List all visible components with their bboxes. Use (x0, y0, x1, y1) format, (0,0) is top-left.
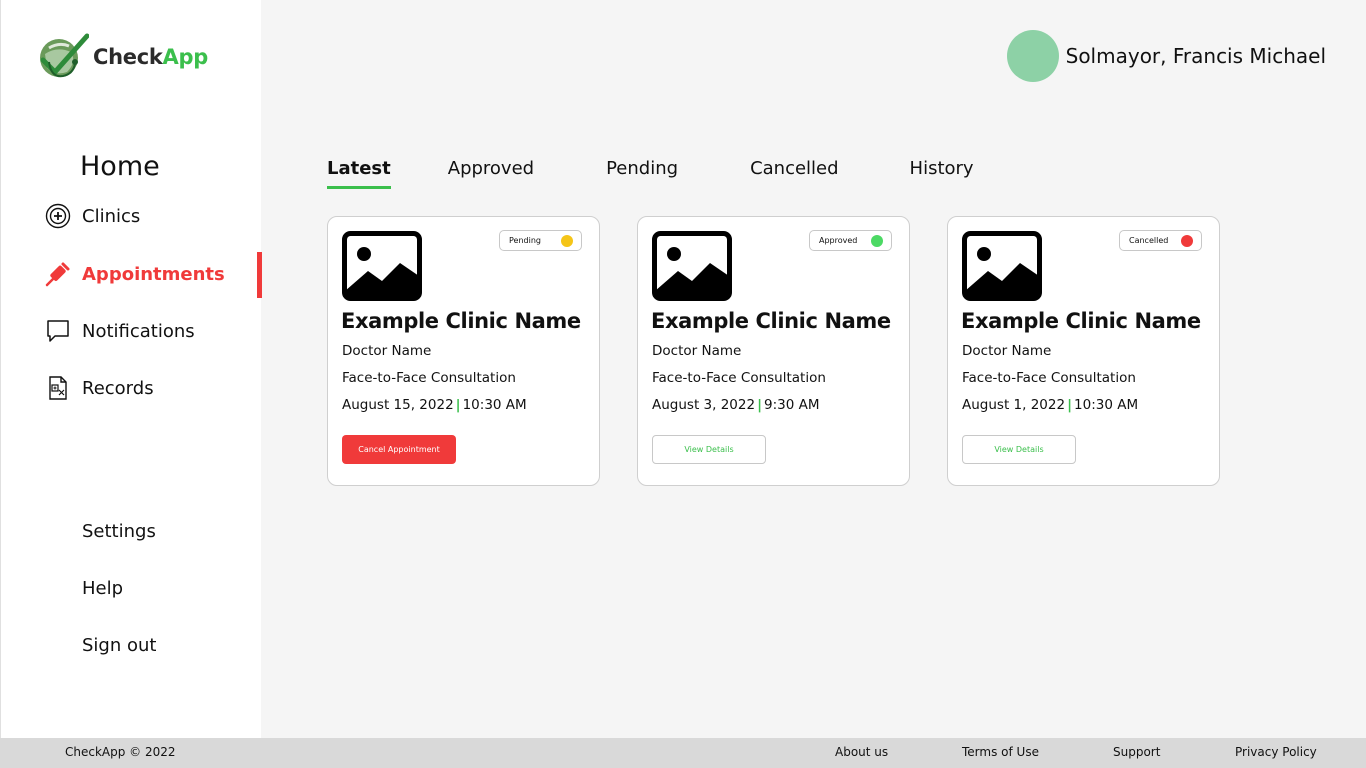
sidebar: CheckApp Home Clinics Appointments Notif… (0, 0, 262, 738)
records-icon (45, 375, 71, 401)
brand-name-part2: App (162, 45, 209, 69)
image-placeholder-icon (342, 231, 422, 301)
footer-link-about[interactable]: About us (835, 745, 888, 759)
doctor-name: Doctor Name (342, 343, 432, 359)
separator: | (455, 397, 461, 413)
sidebar-item-home[interactable]: Home (80, 151, 160, 182)
sidebar-item-appointments[interactable]: Appointments (45, 261, 225, 287)
syringe-icon (45, 261, 71, 287)
tab-pending[interactable]: Pending (606, 158, 678, 189)
consultation-type: Face-to-Face Consultation (962, 370, 1136, 386)
status-label: Approved (819, 236, 858, 245)
appointment-date: August 3, 2022 (652, 397, 756, 413)
consultation-type: Face-to-Face Consultation (652, 370, 826, 386)
status-badge: Pending (499, 230, 582, 251)
clinic-name: Example Clinic Name (961, 309, 1201, 333)
sidebar-item-sign-out[interactable]: Sign out (82, 635, 156, 656)
brand-name-part1: Check (93, 45, 163, 69)
appointment-card: Approved Example Clinic Name Doctor Name… (637, 216, 910, 486)
status-label: Cancelled (1129, 236, 1169, 245)
consultation-type: Face-to-Face Consultation (342, 370, 516, 386)
status-badge: Cancelled (1119, 230, 1202, 251)
appointment-card: Pending Example Clinic Name Doctor Name … (327, 216, 600, 486)
user-name: Solmayor, Francis Michael (1065, 44, 1326, 68)
appointment-tabs: Latest Approved Pending Cancelled Histor… (327, 158, 974, 189)
clinic-icon (45, 203, 71, 229)
footer-link-privacy[interactable]: Privacy Policy (1235, 745, 1317, 759)
clinic-name: Example Clinic Name (341, 309, 581, 333)
tab-approved[interactable]: Approved (448, 158, 534, 189)
sidebar-item-label: Clinics (82, 205, 141, 227)
view-details-button[interactable]: View Details (962, 435, 1076, 464)
sidebar-item-clinics[interactable]: Clinics (45, 203, 140, 229)
brand-name: CheckApp (93, 45, 208, 69)
sidebar-item-label: Notifications (82, 320, 195, 342)
sidebar-item-help[interactable]: Help (82, 578, 123, 599)
avatar[interactable] (1006, 30, 1059, 82)
tab-latest[interactable]: Latest (327, 158, 391, 189)
doctor-name: Doctor Name (962, 343, 1052, 359)
status-badge: Approved (809, 230, 892, 251)
view-details-button[interactable]: View Details (652, 435, 766, 464)
user-profile[interactable]: Solmayor, Francis Michael (1006, 30, 1326, 82)
sidebar-item-label: Records (82, 377, 154, 399)
sidebar-item-records[interactable]: Records (45, 375, 154, 401)
appointment-datetime: August 1, 2022 | 10:30 AM (962, 397, 1138, 413)
status-label: Pending (509, 236, 541, 245)
brand-logo[interactable]: CheckApp (37, 32, 208, 82)
chat-bubble-icon (45, 318, 71, 344)
sidebar-item-settings[interactable]: Settings (82, 521, 156, 542)
appointment-time: 10:30 AM (1074, 397, 1139, 413)
doctor-name: Doctor Name (652, 343, 742, 359)
image-placeholder-icon (962, 231, 1042, 301)
footer-copyright: CheckApp © 2022 (65, 745, 176, 759)
footer-link-support[interactable]: Support (1113, 745, 1160, 759)
appointment-time: 9:30 AM (764, 397, 820, 413)
appointment-datetime: August 3, 2022 | 9:30 AM (652, 397, 820, 413)
appointment-card: Cancelled Example Clinic Name Doctor Nam… (947, 216, 1220, 486)
sidebar-item-label: Appointments (82, 263, 225, 285)
tab-cancelled[interactable]: Cancelled (750, 158, 838, 189)
appointment-datetime: August 15, 2022 | 10:30 AM (342, 397, 527, 413)
footer-link-terms[interactable]: Terms of Use (962, 745, 1039, 759)
checkapp-logo-icon (40, 33, 89, 78)
tab-history[interactable]: History (910, 158, 974, 189)
separator: | (1067, 397, 1073, 413)
appointment-date: August 15, 2022 (342, 397, 454, 413)
status-dot (871, 234, 883, 247)
cancel-appointment-button[interactable]: Cancel Appointment (342, 435, 456, 464)
active-indicator (257, 252, 262, 298)
image-placeholder-icon (652, 231, 732, 301)
clinic-name: Example Clinic Name (651, 309, 891, 333)
appointment-time: 10:30 AM (462, 397, 527, 413)
appointment-date: August 1, 2022 (962, 397, 1066, 413)
sidebar-item-notifications[interactable]: Notifications (45, 318, 195, 344)
separator: | (757, 397, 763, 413)
status-dot (1181, 234, 1193, 247)
footer: CheckApp © 2022 About us Terms of Use Su… (0, 738, 1366, 768)
status-dot (561, 234, 573, 247)
